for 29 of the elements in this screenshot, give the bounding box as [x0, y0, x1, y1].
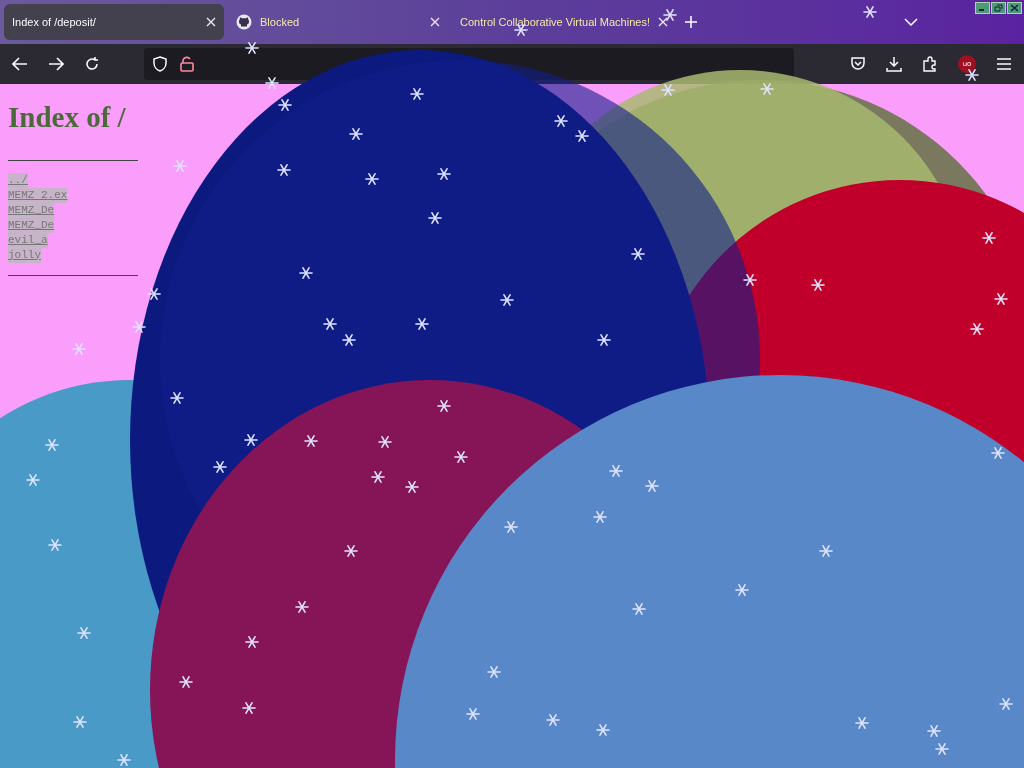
- broken-lock-icon[interactable]: [180, 56, 194, 72]
- close-button[interactable]: [1007, 2, 1022, 14]
- page-heading: Index of /: [8, 100, 127, 135]
- cat-logo-icon: [236, 14, 252, 30]
- puzzle-icon[interactable]: [922, 56, 938, 72]
- tab-title: Index of /deposit/: [12, 14, 97, 30]
- close-icon: [1010, 4, 1019, 12]
- shield-icon[interactable]: [152, 56, 168, 72]
- restore-icon: [994, 4, 1003, 12]
- download-icon[interactable]: [886, 56, 902, 72]
- tab-title: Blocked: [260, 14, 301, 30]
- browser-tab[interactable]: Blocked: [228, 4, 448, 40]
- file-link[interactable]: ../: [8, 172, 28, 188]
- file-link[interactable]: MEMZ 2.ex: [8, 187, 68, 203]
- browser-tab[interactable]: Control Collaborative Virtual Machines!: [452, 4, 672, 40]
- close-icon[interactable]: [657, 17, 668, 27]
- close-icon[interactable]: [430, 17, 440, 27]
- tab-title: Control Collaborative Virtual Machines!: [460, 14, 650, 30]
- plus-icon[interactable]: [684, 15, 698, 29]
- pocket-icon[interactable]: [850, 56, 866, 72]
- menu-icon[interactable]: [996, 57, 1012, 71]
- reload-icon[interactable]: [84, 56, 100, 72]
- browser-tab[interactable]: Index of /deposit/: [4, 4, 224, 40]
- back-arrow-icon[interactable]: [12, 57, 28, 71]
- forward-arrow-icon[interactable]: [48, 57, 64, 71]
- minimize-button[interactable]: [975, 2, 990, 14]
- close-icon[interactable]: [206, 17, 216, 27]
- restore-button[interactable]: [991, 2, 1006, 14]
- chevron-down-icon[interactable]: [904, 18, 918, 26]
